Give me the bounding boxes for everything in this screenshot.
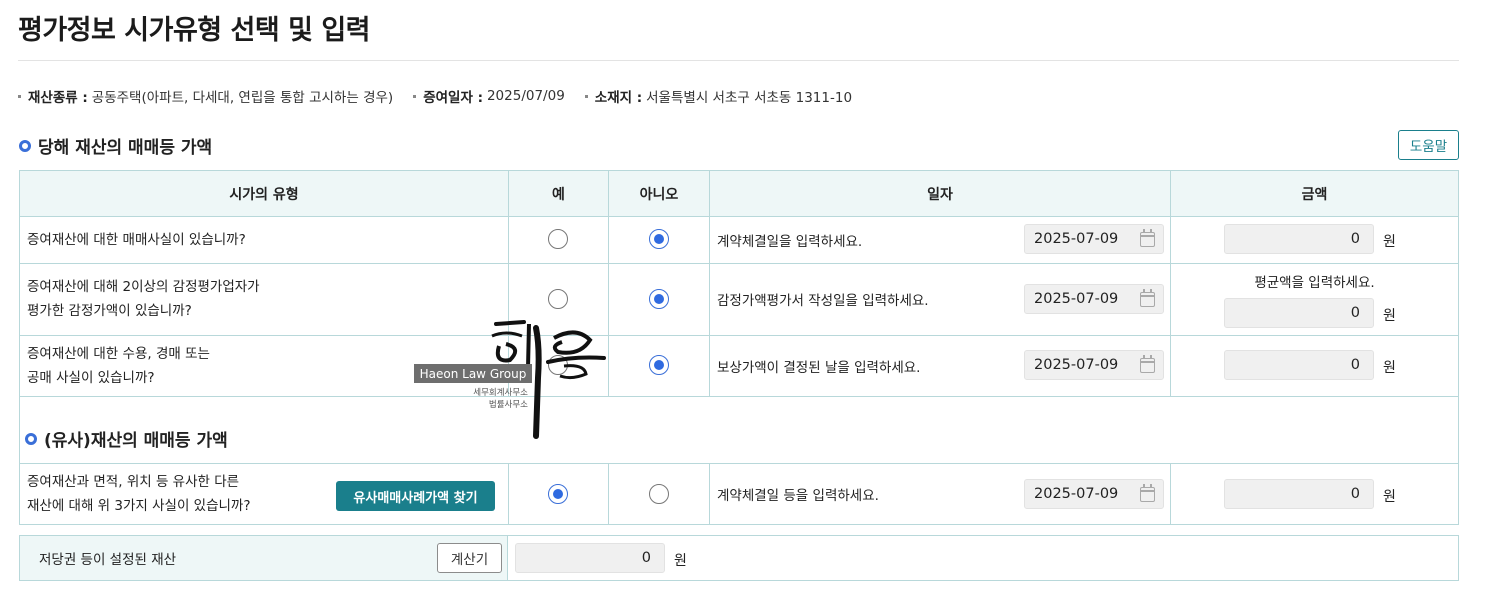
section-own-asset-title: 당해 재산의 매매등 가액 — [38, 138, 213, 158]
section-ring-icon — [25, 432, 37, 445]
location-label: 소재지 : — [594, 90, 643, 106]
valuation-table: 시가의 유형 예 아니오 일자 금액 증여재산에 대한 매매사실이 있습니까? … — [19, 170, 1459, 525]
row1-yes-radio[interactable] — [548, 229, 568, 249]
bullet-icon — [584, 94, 588, 98]
row2-question-line1: 증여재산에 대해 2이상의 감정평가업자가 — [27, 279, 260, 295]
asset-info-bar: 재산종류 : 공동주택(아파트, 다세대, 연립을 통합 고시하는 경우) 증여… — [18, 86, 872, 106]
row3-question-line2: 공매 사실이 있습니까? — [27, 369, 155, 386]
row2-amount-value: 0 — [1350, 305, 1360, 321]
row3-unit: 원 — [1383, 360, 1396, 376]
mortgage-label: 저당권 등이 설정된 재산 — [39, 552, 177, 568]
calendar-icon[interactable] — [1140, 355, 1155, 373]
similar-unit: 원 — [1383, 489, 1396, 505]
similar-date-prompt: 계약체결일 등을 입력하세요. — [717, 487, 879, 504]
row3-no-radio[interactable] — [649, 355, 669, 375]
gift-date-info: 증여일자 : 2025/07/09 — [413, 86, 565, 106]
header-no: 아니오 — [639, 186, 679, 203]
row3-amount-input[interactable]: 0 — [1224, 350, 1374, 380]
header-yes: 예 — [552, 186, 565, 203]
mortgage-amount-input[interactable]: 0 — [515, 543, 665, 573]
calculator-button[interactable]: 계산기 — [437, 543, 502, 573]
row1-date-prompt: 계약체결일을 입력하세요. — [717, 233, 863, 250]
help-button[interactable]: 도움말 — [1398, 130, 1459, 160]
row1-date-value: 2025-07-09 — [1034, 231, 1119, 247]
row1-date-input[interactable]: 2025-07-09 — [1024, 224, 1164, 254]
gift-date-value: 2025/07/09 — [486, 88, 565, 104]
row1-amount-input[interactable]: 0 — [1224, 224, 1374, 254]
location-info: 소재지 : 서울특별시 서초구 서초동 1311-10 — [584, 86, 853, 106]
row2-date-input[interactable]: 2025-07-09 — [1024, 284, 1164, 314]
similar-amount-value: 0 — [1350, 486, 1360, 502]
similar-question-line2: 재산에 대해 위 3가지 사실이 있습니까? — [27, 497, 251, 514]
similar-question-line1: 증여재산과 면적, 위치 등 유사한 다른 — [27, 473, 240, 490]
calendar-icon[interactable] — [1140, 289, 1155, 307]
row2-yes-radio[interactable] — [548, 289, 568, 309]
row1-amount-value: 0 — [1350, 231, 1360, 247]
location-value: 서울특별시 서초구 서초동 1311-10 — [646, 90, 853, 106]
table-row: 증여재산에 대한 매매사실이 있습니까? — [27, 216, 246, 263]
row3-amount-value: 0 — [1350, 357, 1360, 373]
calendar-icon[interactable] — [1140, 484, 1155, 502]
table-row: 증여재산에 대해 2이상의 감정평가업자가 평가한 감정가액이 있습니까? — [27, 263, 260, 335]
asset-type-value: 공동주택(아파트, 다세대, 연립을 통합 고시하는 경우) — [91, 90, 394, 106]
gift-date-label: 증여일자 : — [423, 90, 483, 106]
similar-no-radio[interactable] — [649, 484, 669, 504]
mortgage-unit: 원 — [674, 553, 687, 569]
mortgage-amount-value: 0 — [641, 550, 651, 566]
row3-date-value: 2025-07-09 — [1034, 357, 1119, 373]
section-own-asset-heading: 당해 재산의 매매등 가액 — [19, 133, 212, 158]
bullet-icon — [18, 94, 21, 98]
row2-amount-input[interactable]: 0 — [1224, 298, 1374, 328]
row1-unit: 원 — [1383, 234, 1396, 250]
row2-no-radio[interactable] — [649, 289, 669, 309]
title-divider — [18, 60, 1459, 61]
asset-type-label: 재산종류 : — [28, 90, 88, 106]
row3-date-input[interactable]: 2025-07-09 — [1024, 350, 1164, 380]
table-row: 증여재산에 대한 수용, 경매 또는 공매 사실이 있습니까? — [27, 335, 210, 396]
row2-amount-note: 평균액을 입력하세요. — [1254, 275, 1375, 291]
page-title: 평가정보 시가유형 선택 및 입력 — [18, 15, 371, 46]
find-similar-sales-button[interactable]: 유사매매사례가액 찾기 — [336, 481, 495, 511]
row3-date-prompt: 보상가액이 결정된 날을 입력하세요. — [717, 359, 921, 376]
section-similar-asset-title: (유사)재산의 매매등 가액 — [44, 431, 228, 451]
section-ring-icon — [19, 139, 31, 152]
similar-date-value: 2025-07-09 — [1034, 486, 1119, 502]
row2-date-value: 2025-07-09 — [1034, 291, 1119, 307]
mortgage-row: 저당권 등이 설정된 재산 계산기 0 원 — [19, 535, 1459, 581]
header-date: 일자 — [927, 186, 953, 203]
similar-date-input[interactable]: 2025-07-09 — [1024, 479, 1164, 509]
row2-question-line2: 평가한 감정가액이 있습니까? — [27, 303, 192, 319]
row2-unit: 원 — [1383, 308, 1396, 324]
calendar-icon[interactable] — [1140, 229, 1155, 247]
header-type: 시가의 유형 — [229, 186, 299, 203]
bullet-icon — [413, 94, 417, 98]
row1-no-radio[interactable] — [649, 229, 669, 249]
similar-amount-input[interactable]: 0 — [1224, 479, 1374, 509]
table-row: 증여재산과 면적, 위치 등 유사한 다른 재산에 대해 위 3가지 사실이 있… — [27, 463, 251, 524]
row3-yes-radio[interactable] — [548, 355, 568, 375]
table-header: 시가의 유형 예 아니오 일자 금액 — [20, 171, 1458, 216]
row1-question: 증여재산에 대한 매매사실이 있습니까? — [27, 231, 246, 248]
row2-date-prompt: 감정가액평가서 작성일을 입력하세요. — [717, 293, 929, 309]
header-amount: 금액 — [1301, 186, 1328, 203]
asset-type-info: 재산종류 : 공동주택(아파트, 다세대, 연립을 통합 고시하는 경우) — [18, 86, 393, 106]
row3-question-line1: 증여재산에 대한 수용, 경매 또는 — [27, 345, 210, 362]
section-similar-asset-heading: (유사)재산의 매매등 가액 — [25, 426, 228, 451]
mortgage-label-cell: 저당권 등이 설정된 재산 계산기 — [20, 536, 508, 580]
similar-yes-radio[interactable] — [548, 484, 568, 504]
